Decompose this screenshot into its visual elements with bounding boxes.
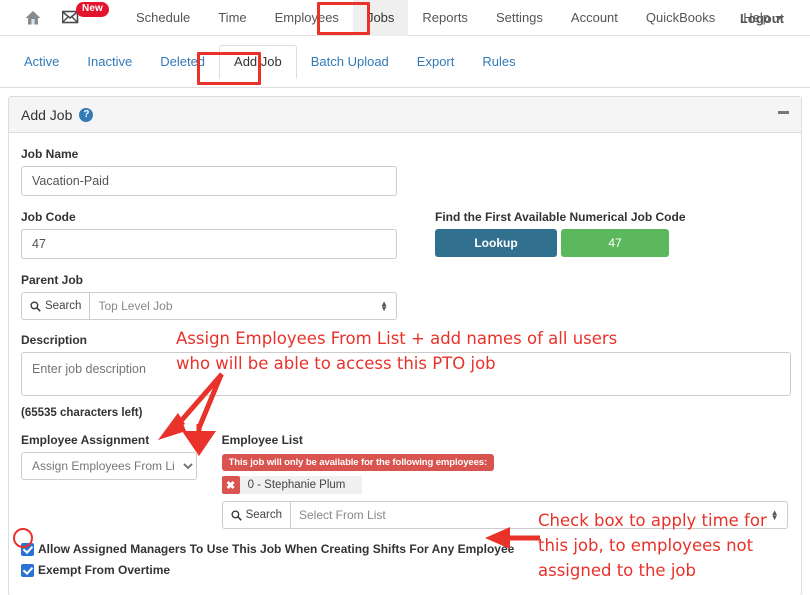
- employee-list-alert: This job will only be available for the …: [221, 454, 495, 471]
- app-root: New Schedule Time Employees Jobs Reports…: [0, 0, 810, 595]
- nav-item-employees[interactable]: Employees: [261, 0, 353, 36]
- job-code-lookup-group: Find the First Available Numerical Job C…: [435, 210, 686, 259]
- question-mark-icon[interactable]: ?: [79, 107, 94, 122]
- search-icon: [30, 300, 41, 312]
- job-code-input[interactable]: [21, 229, 397, 259]
- new-badge: New: [76, 1, 109, 17]
- employee-assignment-group: Employee Assignment Assign Employees Fro…: [21, 433, 222, 529]
- spinner-icon: ▲ ▼: [770, 508, 779, 522]
- close-icon[interactable]: ✖: [221, 476, 240, 494]
- job-code-label: Job Code: [21, 210, 76, 224]
- employee-select-input-group: Search Select From List ▲ ▼: [221, 501, 788, 529]
- lookup-result-button[interactable]: 47: [561, 229, 669, 257]
- employee-select-placeholder: Select From List: [299, 508, 386, 522]
- top-navigation-bar: New Schedule Time Employees Jobs Reports…: [0, 0, 810, 36]
- employee-assignment-select[interactable]: Assign Employees From List: [21, 452, 197, 480]
- employee-assignment-label: Employee Assignment: [21, 433, 150, 447]
- nav-item-quickbooks[interactable]: QuickBooks: [632, 0, 729, 36]
- subnav-item-deleted[interactable]: Deleted: [146, 45, 219, 79]
- top-nav-items: Schedule Time Employees Jobs Reports Set…: [122, 0, 797, 36]
- employee-select[interactable]: Select From List ▲ ▼: [290, 501, 788, 529]
- parent-job-search-label: Search: [45, 300, 82, 312]
- employee-list-group: Employee List This job will only be avai…: [221, 433, 789, 529]
- lookup-button[interactable]: Lookup: [435, 229, 557, 257]
- nav-item-settings[interactable]: Settings: [482, 0, 557, 36]
- parent-job-label: Parent Job: [21, 273, 84, 287]
- subnav-item-export[interactable]: Export: [403, 45, 469, 79]
- exempt-overtime-checkbox[interactable]: [21, 563, 34, 577]
- parent-job-value: Top Level Job: [98, 299, 173, 313]
- allow-managers-checkbox[interactable]: [21, 542, 34, 556]
- description-textarea[interactable]: [21, 352, 791, 396]
- subnav-item-inactive[interactable]: Inactive: [73, 45, 146, 79]
- spinner-icon: ▲ ▼: [380, 299, 388, 313]
- job-name-label: Job Name: [21, 147, 79, 161]
- panel-header: Add Job ?: [9, 97, 801, 133]
- subnav-item-rules[interactable]: Rules: [468, 45, 529, 79]
- characters-left-counter: (65535 characters left): [21, 407, 143, 419]
- employee-list-label: Employee List: [221, 433, 303, 447]
- nav-item-account[interactable]: Account: [557, 0, 632, 36]
- envelope-icon[interactable]: New: [61, 1, 109, 26]
- logout-button[interactable]: Logout: [740, 11, 784, 26]
- subnav-item-batch-upload[interactable]: Batch Upload: [297, 45, 403, 79]
- job-name-input[interactable]: [21, 166, 397, 196]
- description-label: Description: [21, 333, 88, 347]
- nav-item-reports[interactable]: Reports: [408, 0, 482, 36]
- employee-chip-name: 0 - Stephanie Plum: [239, 476, 362, 494]
- employee-search-label: Search: [245, 509, 282, 521]
- page-title: Add Job: [21, 106, 73, 123]
- exempt-overtime-label: Exempt From Overtime: [38, 563, 171, 577]
- nav-item-jobs[interactable]: Jobs: [352, 0, 409, 36]
- employee-search-button[interactable]: Search: [221, 501, 290, 529]
- allow-managers-label: Allow Assigned Managers To Use This Job …: [38, 542, 515, 556]
- home-icon[interactable]: [24, 9, 42, 27]
- job-code-group: Job Code: [21, 210, 403, 259]
- panel-body: Job Name Job Code Find the First Availab…: [9, 133, 801, 577]
- exempt-overtime-checkbox-row[interactable]: Exempt From Overtime: [21, 563, 789, 577]
- parent-job-search-button[interactable]: Search: [21, 292, 90, 320]
- sub-navigation-bar: Active Inactive Deleted Add Job Batch Up…: [0, 36, 810, 88]
- minus-icon[interactable]: [778, 111, 789, 114]
- top-nav-right: Logout: [740, 0, 784, 36]
- add-job-panel: Add Job ? Job Name Job Code Find the Fir…: [8, 96, 802, 595]
- parent-job-select[interactable]: Top Level Job ▲ ▼: [89, 292, 397, 320]
- parent-job-input-group: Search Top Level Job ▲ ▼: [21, 292, 397, 320]
- subnav-item-add-job[interactable]: Add Job: [219, 44, 297, 79]
- search-icon: [231, 509, 242, 521]
- nav-item-schedule[interactable]: Schedule: [122, 0, 204, 36]
- allow-managers-checkbox-row[interactable]: Allow Assigned Managers To Use This Job …: [21, 542, 789, 556]
- list-item: ✖ 0 - Stephanie Plum: [221, 476, 362, 494]
- subnav-item-active[interactable]: Active: [10, 45, 73, 79]
- lookup-header: Find the First Available Numerical Job C…: [435, 210, 686, 224]
- nav-item-time[interactable]: Time: [204, 0, 260, 36]
